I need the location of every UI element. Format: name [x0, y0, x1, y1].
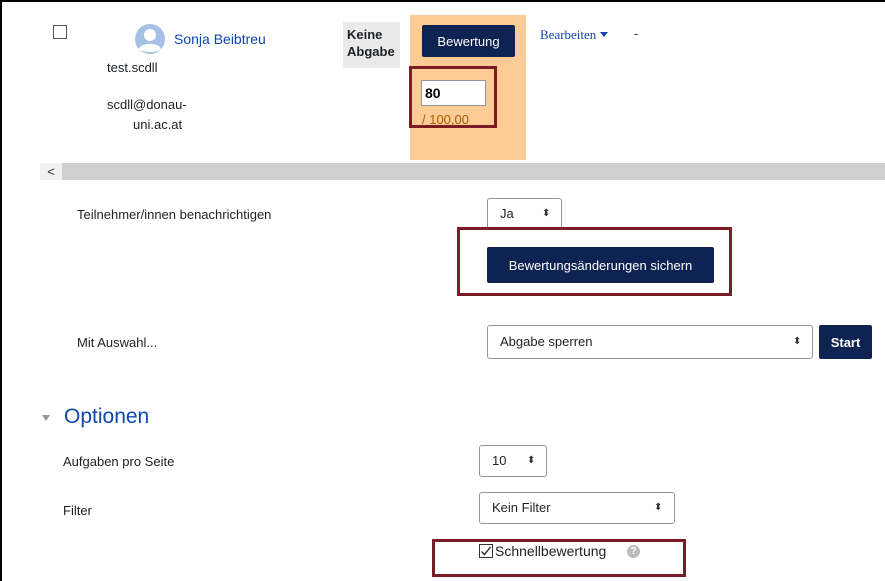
start-button[interactable]: Start: [819, 325, 872, 359]
placeholder-dash: -: [634, 26, 639, 41]
select-arrows-icon: ⬍: [793, 336, 802, 347]
select-arrows-icon: ⬍: [527, 455, 536, 466]
options-section-title[interactable]: Optionen: [64, 405, 149, 429]
per-page-value: 10: [492, 453, 507, 468]
user-avatar-icon: [135, 24, 165, 54]
bulk-action-label: Mit Auswahl...: [77, 335, 158, 350]
edit-menu-link[interactable]: Bearbeiten: [540, 27, 596, 43]
participant-email-line1: scdll@donau-: [107, 97, 187, 112]
collapse-caret-icon[interactable]: [42, 415, 50, 421]
save-grades-button[interactable]: Bewertungsänderungen sichern: [487, 247, 714, 283]
per-page-select[interactable]: 10 ⬍: [479, 445, 547, 477]
filter-label: Filter: [63, 503, 92, 518]
notify-select[interactable]: Ja ⬍: [487, 198, 562, 230]
participant-email-line2: uni.ac.at: [133, 117, 183, 132]
notify-label: Teilnehmer/innen benachrichtigen: [77, 207, 272, 222]
bulk-action-select[interactable]: Abgabe sperren ⬍: [487, 325, 813, 359]
participant-name-link[interactable]: Sonja Beibtreu: [174, 31, 266, 47]
filter-value: Kein Filter: [492, 500, 551, 515]
per-page-label: Aufgaben pro Seite: [63, 454, 175, 469]
grade-highlight-frame: [409, 66, 497, 128]
quickgrading-checkbox[interactable]: [479, 544, 493, 558]
filter-select[interactable]: Kein Filter ⬍: [479, 492, 675, 524]
submission-status: Keine Abgabe: [347, 27, 395, 59]
chevron-down-icon[interactable]: [600, 32, 608, 37]
scroll-left-button[interactable]: <: [40, 163, 62, 180]
bulk-action-value: Abgabe sperren: [500, 334, 593, 349]
select-arrows-icon: ⬍: [654, 502, 663, 513]
grade-button[interactable]: Bewertung: [422, 25, 515, 57]
help-icon[interactable]: ?: [627, 545, 640, 558]
participant-username: test.scdll: [107, 60, 158, 75]
checkmark-icon: [481, 546, 492, 556]
notify-select-value: Ja: [500, 206, 514, 221]
select-arrows-icon: ⬍: [542, 208, 551, 219]
quickgrading-label[interactable]: Schnellbewertung: [495, 543, 606, 559]
horizontal-scrollbar[interactable]: [40, 163, 885, 180]
select-row-checkbox[interactable]: [53, 25, 67, 39]
